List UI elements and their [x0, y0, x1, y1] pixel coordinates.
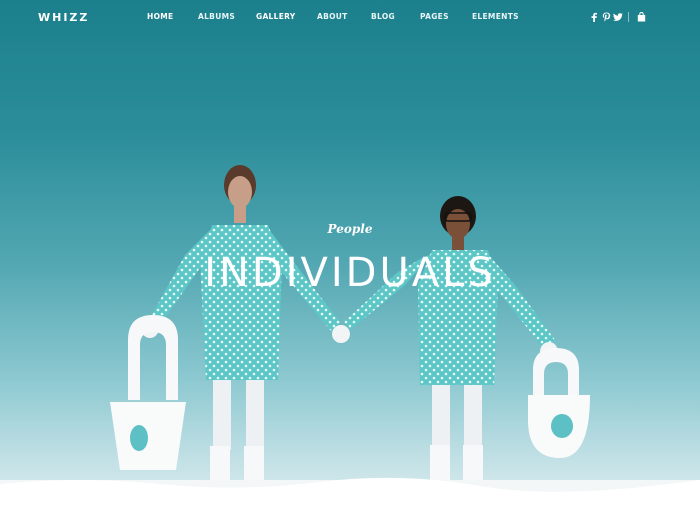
left-padlock — [110, 315, 186, 470]
hero-eyebrow: People — [327, 222, 373, 236]
nav-item-blog[interactable]: BLOG — [371, 12, 395, 21]
hero-title: INDIVIDUALS — [204, 250, 496, 296]
right-padlock — [528, 348, 590, 458]
nav-item-about[interactable]: ABOUT — [317, 12, 348, 21]
site-logo[interactable]: WHIZZ — [38, 11, 89, 24]
nav-item-elements[interactable]: ELEMENTS — [472, 12, 519, 21]
shopping-bag-icon[interactable] — [635, 11, 647, 23]
nav-item-gallery[interactable]: GALLERY — [256, 12, 296, 21]
pinterest-icon[interactable] — [600, 11, 612, 23]
nav-item-pages[interactable]: PAGES — [420, 12, 449, 21]
nav-item-home[interactable]: HOME — [147, 12, 173, 21]
hero-page: WHIZZ HOME ALBUMS GALLERY ABOUT BLOG PAG… — [0, 0, 700, 525]
site-header: WHIZZ HOME ALBUMS GALLERY ABOUT BLOG PAG… — [0, 0, 700, 36]
nav-item-albums[interactable]: ALBUMS — [198, 12, 235, 21]
right-figure — [344, 196, 558, 483]
social-links — [588, 11, 647, 23]
facebook-icon[interactable] — [588, 11, 600, 23]
social-divider — [628, 12, 629, 22]
twitter-icon[interactable] — [612, 11, 624, 23]
